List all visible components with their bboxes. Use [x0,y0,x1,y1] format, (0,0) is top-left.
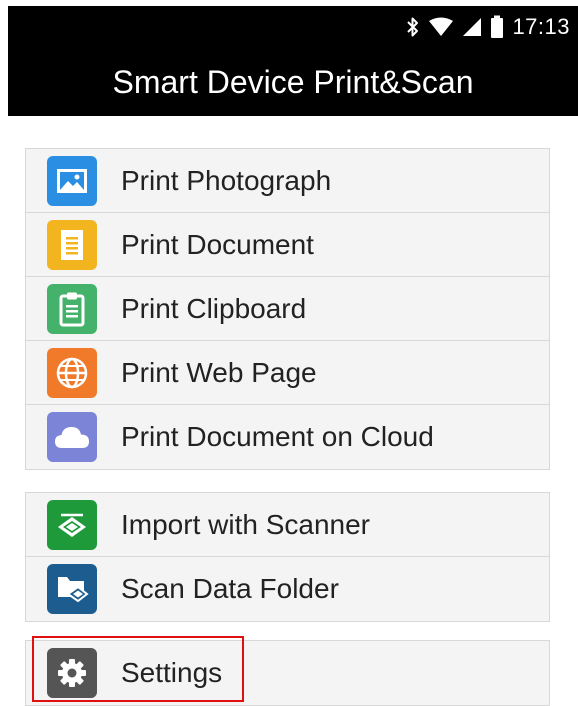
scanner-icon [47,499,97,550]
menu-item-print-clipboard[interactable]: Print Clipboard [26,277,549,341]
status-icons: 17:13 [406,6,570,48]
menu-item-label: Print Document [121,228,314,260]
menu-item-label: Import with Scanner [121,508,370,540]
menu-item-import-with-scanner[interactable]: Import with Scanner [26,493,549,557]
menu-item-label: Print Clipboard [121,292,307,324]
status-bar: 17:13 [8,6,578,48]
menu-item-label: Settings [121,657,223,688]
menu-item-label: Print Photograph [121,164,332,196]
globe-icon [47,347,97,398]
wifi-icon [428,16,454,38]
menu-item-label: Scan Data Folder [121,573,339,604]
menu-item-label: Print Document on Cloud [121,421,434,452]
photo-icon [47,155,97,206]
menu-item-settings[interactable]: Settings [26,641,549,705]
menu-item-label: Print Web Page [121,356,317,388]
app-bar: Smart Device Print&Scan [8,48,578,116]
menu-item-print-web-page[interactable]: Print Web Page [26,341,549,405]
cloud-icon [47,412,97,462]
app-title: Smart Device Print&Scan [112,64,474,100]
folder-icon [47,564,97,614]
menu-item-print-photograph[interactable]: Print Photograph [26,149,549,213]
clipboard-icon [47,283,97,334]
menu-item-scan-data-folder[interactable]: Scan Data Folder [26,557,549,621]
print-menu-group: Print Photograph Print Document Print Cl [25,148,550,470]
scan-menu-group: Import with Scanner Scan Data Folder [25,492,550,622]
menu-item-print-document[interactable]: Print Document [26,213,549,277]
menu-item-print-document-on-cloud[interactable]: Print Document on Cloud [26,405,549,469]
bluetooth-icon [406,16,420,38]
battery-icon [490,15,504,39]
document-icon [47,219,97,270]
settings-menu-group: Settings [25,640,550,706]
signal-icon [462,16,482,38]
status-time: 17:13 [512,14,570,39]
gear-icon [47,648,97,698]
